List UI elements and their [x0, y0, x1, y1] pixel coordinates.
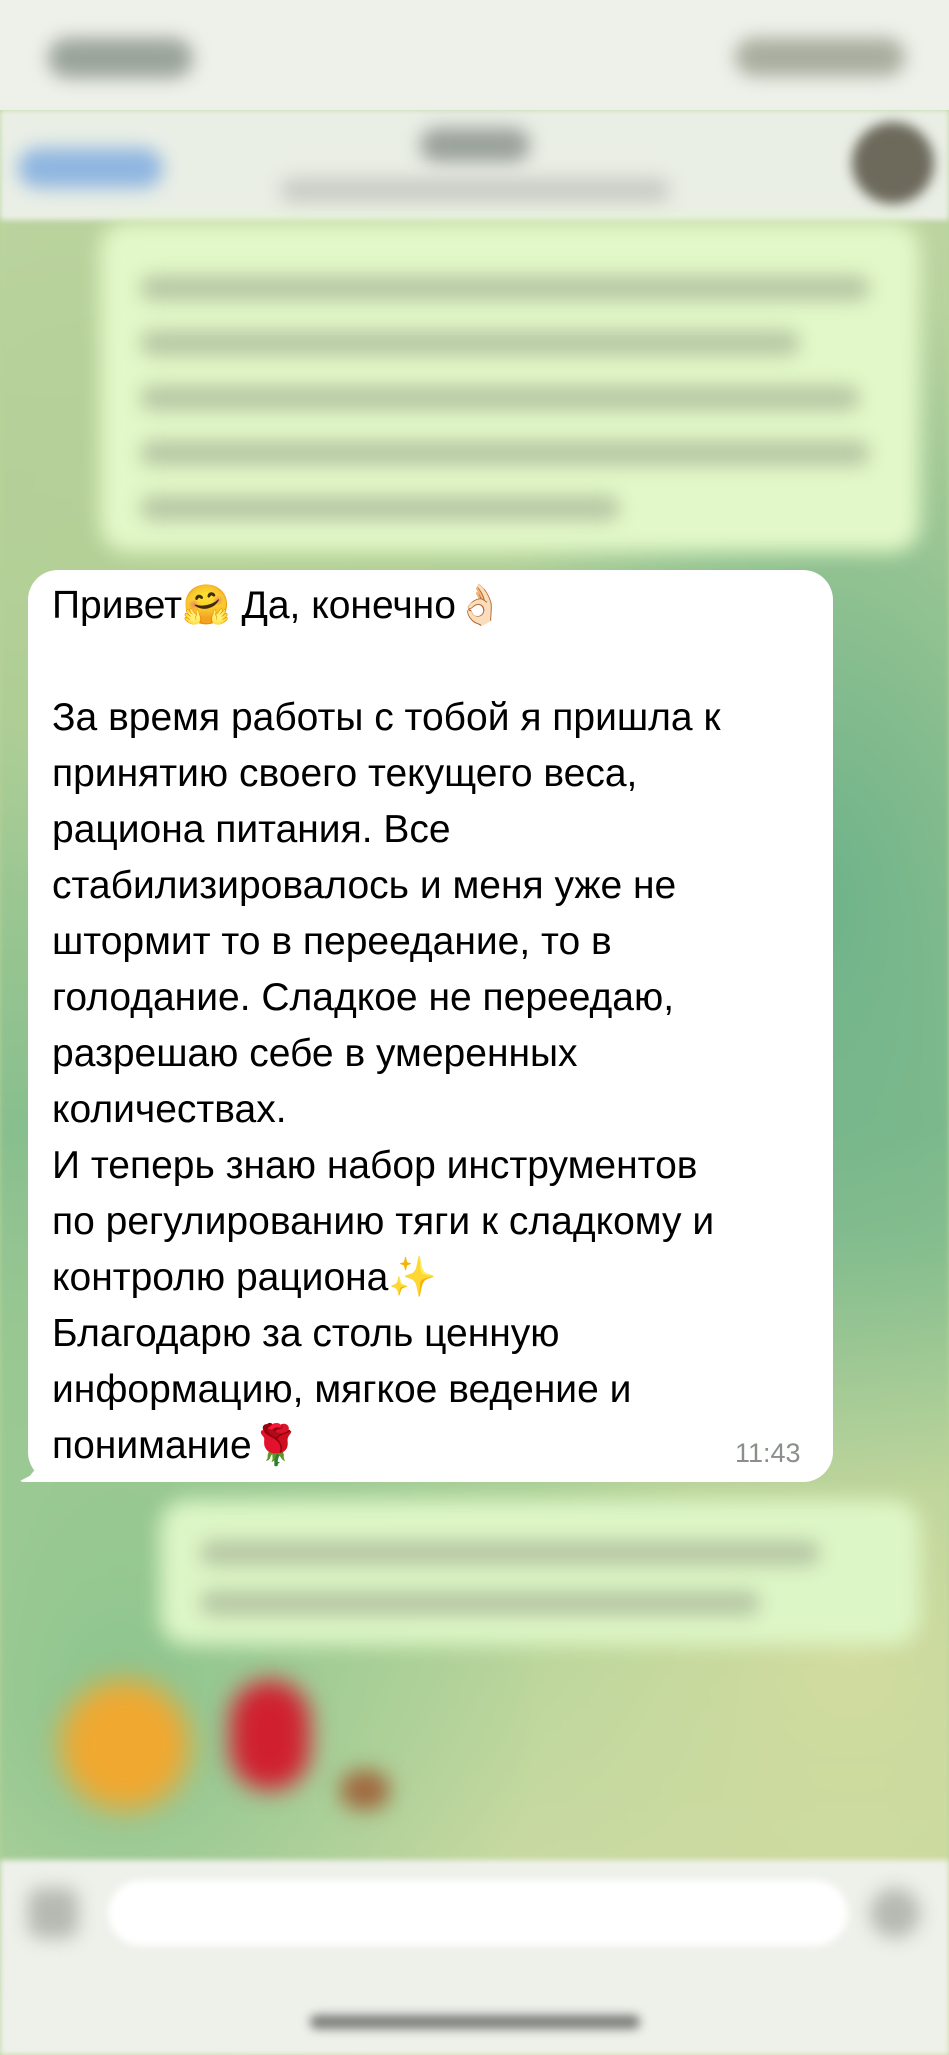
emoji-blurred — [60, 1680, 190, 1810]
message-time: 11:43 — [735, 1438, 801, 1468]
chat-title-blurred[interactable] — [420, 128, 530, 162]
outgoing-message-blurred — [160, 1500, 920, 1645]
status-indicators-blurred — [735, 38, 905, 76]
blurred-line — [200, 1540, 820, 1566]
emoji-blurred — [230, 1680, 310, 1790]
blurred-line — [140, 330, 800, 356]
blurred-line — [140, 275, 870, 301]
chat-subtitle-blurred — [280, 178, 670, 202]
microphone-icon[interactable] — [870, 1888, 920, 1938]
blurred-line — [140, 385, 860, 411]
status-time-blurred — [48, 38, 193, 78]
message-input[interactable] — [108, 1880, 848, 1946]
blurred-line — [200, 1590, 760, 1616]
emoji-blurred — [340, 1770, 390, 1810]
blurred-line — [140, 440, 870, 466]
attach-icon[interactable] — [28, 1888, 78, 1938]
back-icon[interactable] — [18, 148, 163, 188]
home-indicator — [310, 2015, 640, 2029]
message-text: Привет🤗 Да, конечно👌🏻 За время работы с … — [52, 584, 721, 1467]
blurred-line — [140, 495, 620, 521]
avatar[interactable] — [852, 122, 934, 204]
